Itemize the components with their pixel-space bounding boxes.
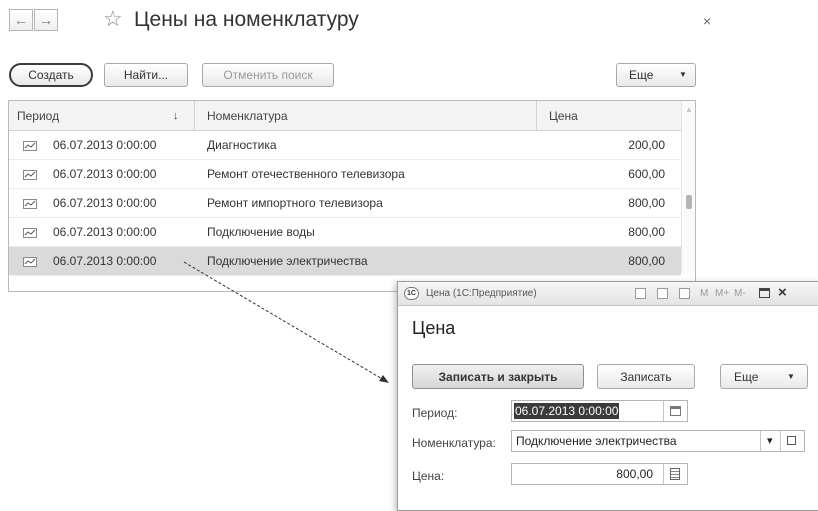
memory-button[interactable]: M xyxy=(700,288,708,299)
more-label: Еще xyxy=(734,369,759,384)
price-label: Цена: xyxy=(412,469,445,483)
item-field[interactable]: Подключение электричества ▾ xyxy=(511,430,805,452)
close-icon[interactable]: × xyxy=(778,284,787,301)
maximize-icon[interactable] xyxy=(759,288,770,298)
memory-add-button[interactable]: M+ xyxy=(715,288,729,299)
save-and-close-button[interactable]: Записать и закрыть xyxy=(412,364,584,389)
period-label: Период: xyxy=(412,406,458,420)
dialog-window-title: Цена (1С:Предприятие) xyxy=(426,288,537,299)
calendar-icon[interactable] xyxy=(679,288,690,299)
chevron-down-icon: ▼ xyxy=(787,372,795,381)
dialog-more-button[interactable]: Еще ▼ xyxy=(720,364,808,389)
memory-subtract-button[interactable]: M- xyxy=(734,288,746,299)
app-logo-icon: 1С xyxy=(404,287,419,300)
arrow-head xyxy=(379,375,389,383)
save-button[interactable]: Записать xyxy=(597,364,695,389)
dashed-line xyxy=(183,261,385,381)
dialog-heading: Цена xyxy=(412,318,456,338)
calculator-icon[interactable] xyxy=(657,288,668,299)
period-field[interactable]: 06.07.2013 0:00:00 xyxy=(511,400,688,422)
price-field[interactable]: 800,00 xyxy=(511,463,688,485)
item-label: Номенклатура: xyxy=(412,436,496,450)
period-value: 06.07.2013 0:00:00 xyxy=(514,403,620,419)
price-value: 800,00 xyxy=(616,467,653,481)
price-dialog[interactable]: 1С Цена (1С:Предприятие) M M+ M- × Цена … xyxy=(397,281,818,511)
open-icon[interactable] xyxy=(787,436,796,445)
dialog-titlebar[interactable]: 1С Цена (1С:Предприятие) M M+ M- × xyxy=(398,282,818,306)
item-value: Подключение электричества xyxy=(516,434,677,448)
bookmark-icon[interactable] xyxy=(635,288,646,299)
calendar-icon[interactable] xyxy=(670,406,681,416)
calculator-icon[interactable] xyxy=(670,468,680,480)
dropdown-arrow-icon[interactable]: ▾ xyxy=(767,431,773,451)
